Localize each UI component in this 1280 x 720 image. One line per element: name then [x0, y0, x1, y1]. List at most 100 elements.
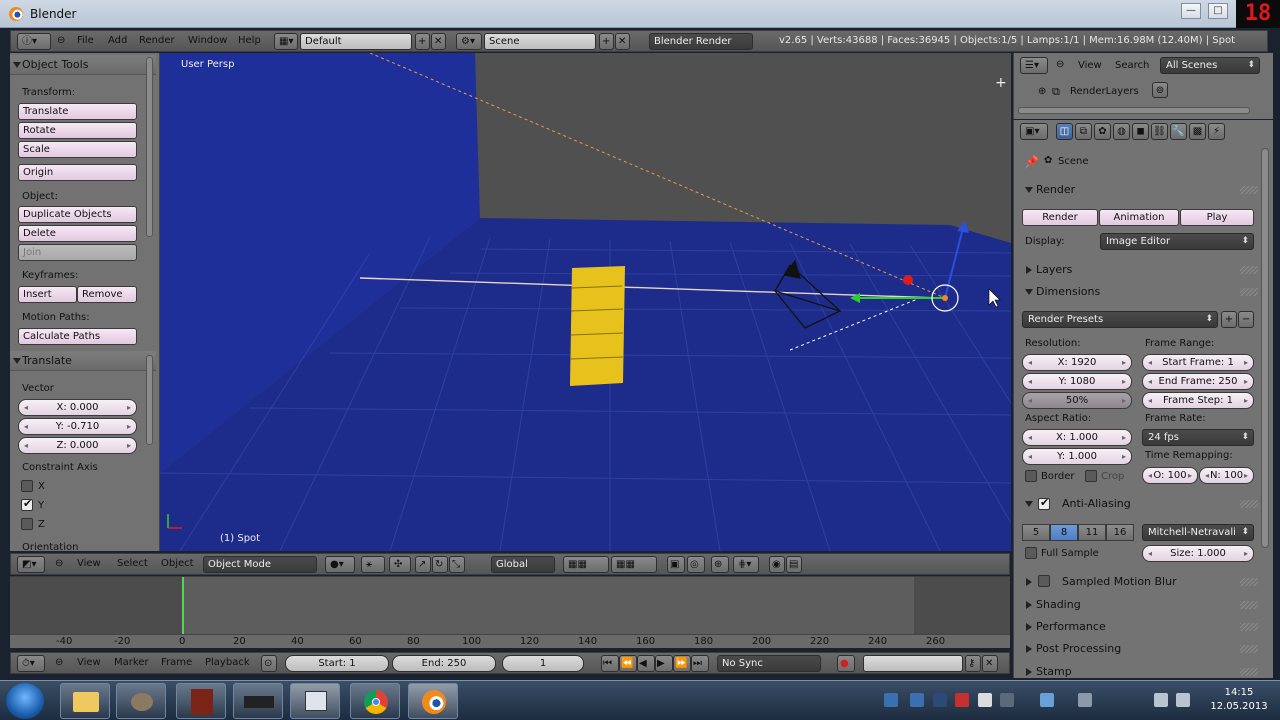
insert-key-icon[interactable]: ⚷	[965, 655, 981, 672]
next-key-icon[interactable]: ⏩	[673, 655, 691, 672]
render-animation-button[interactable]: Animation	[1099, 209, 1179, 226]
aa-samples-16[interactable]: 16	[1106, 524, 1134, 541]
menu-view[interactable]: View	[77, 558, 101, 569]
tray-app-icon[interactable]	[884, 693, 898, 707]
render-tab-icon[interactable]: ◫	[1056, 123, 1073, 140]
scene-field[interactable]: Scene	[484, 33, 596, 50]
render-still-icon[interactable]: ◉	[769, 556, 785, 573]
proportional-edit-icon[interactable]: ◎	[687, 556, 705, 573]
transform-orientation-select[interactable]: Global	[491, 556, 555, 573]
remap-new-field[interactable]: N: 100	[1199, 467, 1254, 484]
snap-icon[interactable]: ⊕	[711, 556, 729, 573]
volume-icon[interactable]	[1154, 693, 1168, 707]
aa-samples-8[interactable]: 8	[1050, 524, 1078, 541]
blender-taskbar-icon[interactable]	[408, 683, 458, 719]
translate-button[interactable]: Translate	[18, 103, 137, 120]
explorer-taskbar-icon[interactable]	[60, 683, 110, 719]
chrome-taskbar-icon[interactable]	[350, 683, 400, 719]
stamp-panel-header[interactable]: Stamp	[1022, 662, 1258, 682]
menu-view[interactable]: View	[77, 657, 101, 668]
minimize-button[interactable]: —	[1181, 3, 1201, 19]
aa-samples-5[interactable]: 5	[1022, 524, 1050, 541]
manipulator-icon[interactable]: ✣	[389, 556, 411, 573]
record-icon[interactable]: ●	[837, 655, 855, 672]
renderlayer-toggle-icon[interactable]: ⊚	[1152, 82, 1168, 98]
resolution-y-field[interactable]: Y: 1080	[1022, 373, 1132, 390]
add-preset-icon[interactable]: +	[1221, 311, 1237, 328]
editor-type-outliner-icon[interactable]: ☰▾	[1020, 57, 1048, 74]
resolution-x-field[interactable]: X: 1920	[1022, 354, 1132, 371]
outliner-hscrollbar[interactable]	[1018, 107, 1250, 114]
play-reverse-icon[interactable]: ◀	[637, 655, 655, 672]
operator-scrollbar[interactable]	[146, 355, 153, 445]
duplicate-objects-button[interactable]: Duplicate Objects	[18, 206, 137, 223]
viewport-split-icon[interactable]: +	[995, 75, 1007, 91]
post-processing-panel-header[interactable]: Post Processing	[1022, 639, 1258, 659]
anti-aliasing-checkbox[interactable]	[1038, 496, 1050, 510]
collapse-menu-icon[interactable]: ⊖	[55, 558, 63, 569]
shading-panel-header[interactable]: Shading	[1022, 595, 1258, 615]
editor-type-properties-icon[interactable]: ▣▾	[1020, 123, 1048, 140]
start-frame-field[interactable]: Start: 1	[285, 655, 389, 672]
lock-camera-icon[interactable]: ▣	[667, 556, 685, 573]
scene-tab-icon[interactable]: ✿	[1094, 123, 1111, 140]
physics-tab-icon[interactable]: ⚡	[1208, 123, 1225, 140]
tray-app-icon[interactable]	[933, 693, 947, 707]
sync-mode-select[interactable]: No Sync	[717, 655, 821, 672]
texture-tab-icon[interactable]: ▩	[1189, 123, 1206, 140]
tray-app-icon[interactable]	[955, 693, 969, 707]
motion-blur-panel-header[interactable]: Sampled Motion Blur	[1022, 572, 1258, 592]
add-scene-icon[interactable]: +	[599, 33, 614, 50]
aspect-y-field[interactable]: Y: 1.000	[1022, 448, 1132, 465]
jump-end-icon[interactable]: ⏭	[691, 655, 709, 672]
play-icon[interactable]: ▶	[655, 655, 673, 672]
object-tools-header[interactable]: Object Tools	[10, 55, 156, 75]
editor-type-timeline-icon[interactable]: ⏱▾	[17, 655, 45, 672]
screen-layout-icon[interactable]: ▦▾	[274, 33, 298, 50]
add-layout-icon[interactable]: +	[415, 33, 430, 50]
display-select[interactable]: Image Editor	[1100, 233, 1254, 250]
object-tab-icon[interactable]: ◼	[1132, 123, 1149, 140]
preview-range-icon[interactable]: ⊙	[261, 655, 277, 672]
play-animation-button[interactable]: Play	[1180, 209, 1254, 226]
constraint-z-checkbox[interactable]	[21, 518, 33, 530]
collapse-menu-icon[interactable]: ⊖	[55, 657, 63, 668]
outliner-search-menu[interactable]: Search	[1115, 60, 1149, 71]
rotate-button[interactable]: Rotate	[18, 122, 137, 139]
constraint-y-checkbox[interactable]	[21, 497, 33, 511]
aa-samples-11[interactable]: 11	[1078, 524, 1106, 541]
shading-icon[interactable]: ●▾	[325, 556, 355, 573]
modifiers-tab-icon[interactable]: 🔧	[1170, 123, 1187, 140]
tray-app-icon[interactable]	[910, 693, 924, 707]
manipulator-translate-icon[interactable]: ↗	[415, 556, 431, 573]
scale-button[interactable]: Scale	[18, 141, 137, 158]
collapse-menu-icon[interactable]: ⊖	[1056, 59, 1064, 70]
tray-app-icon[interactable]	[978, 693, 992, 707]
bluetooth-icon[interactable]	[1040, 693, 1054, 707]
maximize-button[interactable]: □	[1208, 3, 1228, 19]
anti-aliasing-panel-header[interactable]: Anti-Aliasing	[1022, 494, 1258, 514]
delete-button[interactable]: Delete	[18, 225, 137, 242]
dimensions-panel-header[interactable]: Dimensions	[1022, 282, 1258, 302]
pivot-icon[interactable]: ⚹	[361, 556, 385, 573]
3d-viewport[interactable]: User Persp (1) Spot +	[160, 53, 1011, 551]
remove-preset-icon[interactable]: −	[1238, 311, 1254, 328]
game-taskbar-icon[interactable]	[176, 683, 226, 719]
menu-window[interactable]: Window	[188, 35, 227, 46]
full-sample-checkbox[interactable]	[1025, 547, 1037, 559]
shelf-scrollbar[interactable]	[146, 57, 153, 237]
manipulator-rotate-icon[interactable]: ↻	[432, 556, 448, 573]
pin-icon[interactable]: 📌	[1024, 155, 1039, 169]
outliner-expand-icon[interactable]: ⊕	[1038, 86, 1046, 97]
screen-layout-field[interactable]: Default	[300, 33, 412, 50]
outliner-view-menu[interactable]: View	[1078, 60, 1102, 71]
outliner-item-renderlayers[interactable]: RenderLayers	[1070, 86, 1139, 97]
join-button[interactable]: Join	[18, 244, 137, 261]
constraints-tab-icon[interactable]: ⛓	[1151, 123, 1168, 140]
start-frame-field[interactable]: Start Frame: 1	[1142, 354, 1254, 371]
jump-start-icon[interactable]: ⏮	[601, 655, 619, 672]
layers-grid-b-icon[interactable]: ▦▦	[611, 556, 657, 573]
menu-playback[interactable]: Playback	[205, 657, 250, 668]
manipulator-scale-icon[interactable]: ⤡	[449, 556, 465, 573]
collapse-menu-icon[interactable]: ⊖	[57, 35, 65, 46]
